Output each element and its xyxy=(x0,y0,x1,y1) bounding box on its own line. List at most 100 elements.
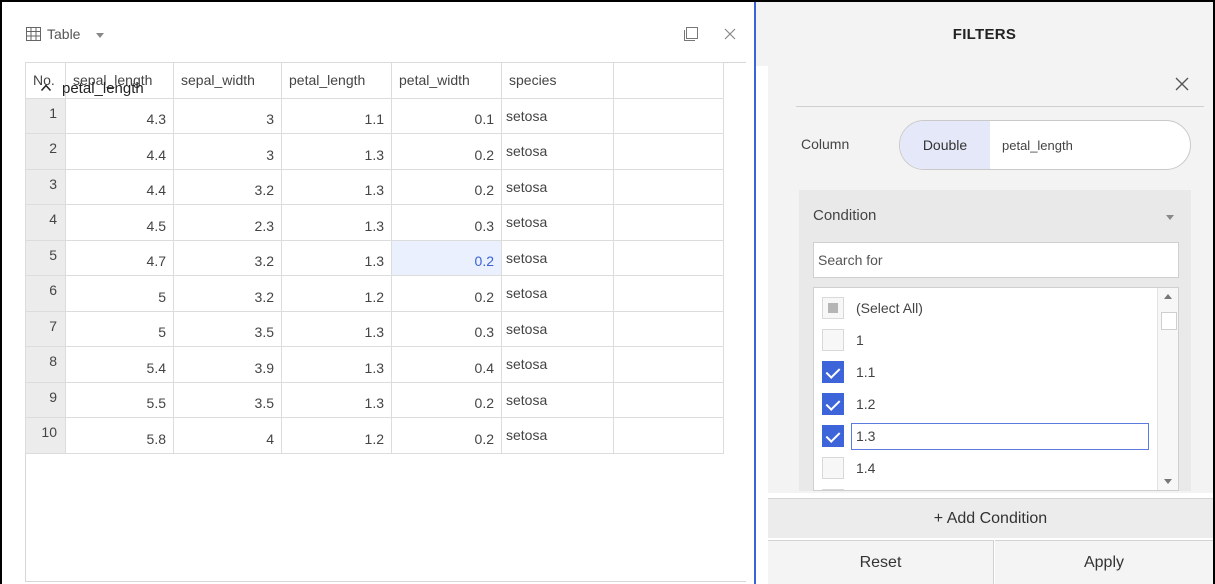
table-cell[interactable]: 5.8 xyxy=(65,417,174,454)
scrollbar[interactable] xyxy=(1157,288,1178,490)
table-cell[interactable]: 4.4 xyxy=(65,168,174,205)
table-cell[interactable]: 4.4 xyxy=(65,133,174,170)
column-header-species[interactable]: species xyxy=(501,62,614,99)
empty-cell xyxy=(613,381,724,418)
search-input[interactable]: Search for xyxy=(813,242,1179,278)
table-cell[interactable]: 3.5 xyxy=(173,381,282,418)
row-number[interactable]: 6 xyxy=(25,275,66,312)
table-cell[interactable]: 3.9 xyxy=(173,346,282,383)
table-row[interactable]: 7 5 3.5 1.3 0.3 setosa xyxy=(25,310,724,347)
table-cell[interactable]: 0.2 xyxy=(391,275,502,312)
chevron-down-icon[interactable] xyxy=(96,32,105,38)
table-row[interactable]: 5 4.7 3.2 1.3 0.2 setosa xyxy=(25,239,724,276)
table-cell[interactable]: 3.5 xyxy=(173,310,282,347)
table-cell[interactable]: 0.2 xyxy=(391,417,502,454)
maximize-icon[interactable] xyxy=(683,26,699,42)
table-cell[interactable]: 3.2 xyxy=(173,168,282,205)
table-cell[interactable]: 0.2 xyxy=(391,168,502,205)
table-row[interactable]: 3 4.4 3.2 1.3 0.2 setosa xyxy=(25,168,724,205)
table-cell[interactable]: setosa xyxy=(501,417,614,454)
table-cell[interactable]: 5.4 xyxy=(65,346,174,383)
table-cell[interactable]: 2.3 xyxy=(173,204,282,241)
row-number[interactable]: 2 xyxy=(25,133,66,170)
row-number[interactable]: 8 xyxy=(25,346,66,383)
table-cell[interactable]: setosa xyxy=(501,97,614,134)
table-cell[interactable]: 3.2 xyxy=(173,239,282,276)
row-number[interactable]: 4 xyxy=(25,204,66,241)
row-number[interactable]: 3 xyxy=(25,168,66,205)
checkbox[interactable] xyxy=(822,393,844,415)
scroll-down-icon[interactable] xyxy=(1164,479,1172,484)
row-number[interactable]: 7 xyxy=(25,310,66,347)
table-row[interactable]: 2 4.4 3 1.3 0.2 setosa xyxy=(25,133,724,170)
table-cell[interactable]: 0.2 xyxy=(391,381,502,418)
table-cell[interactable]: 1.3 xyxy=(281,346,392,383)
row-number[interactable]: 9 xyxy=(25,381,66,418)
checkbox[interactable] xyxy=(822,297,844,319)
table-cell[interactable]: 1.2 xyxy=(281,417,392,454)
table-cell[interactable]: setosa xyxy=(501,310,614,347)
table-cell[interactable]: 5.5 xyxy=(65,381,174,418)
table-cell[interactable]: 1.3 xyxy=(281,168,392,205)
table-cell[interactable]: 0.3 xyxy=(391,204,502,241)
table-panel-header[interactable]: Table xyxy=(26,24,105,44)
table-cell[interactable]: setosa xyxy=(501,133,614,170)
list-item[interactable]: (Select All) xyxy=(814,292,1154,324)
table-cell[interactable]: 4.5 xyxy=(65,204,174,241)
empty-cell xyxy=(613,133,724,170)
table-cell[interactable]: setosa xyxy=(501,204,614,241)
list-item[interactable]: 1.2 xyxy=(814,388,1154,420)
table-row[interactable]: 6 5 3.2 1.2 0.2 setosa xyxy=(25,275,724,312)
checkbox[interactable] xyxy=(822,329,844,351)
table-cell[interactable]: 4.7 xyxy=(65,239,174,276)
table-cell[interactable]: 0.3 xyxy=(391,310,502,347)
close-filter-icon[interactable] xyxy=(1174,76,1190,92)
row-number[interactable]: 5 xyxy=(25,239,66,276)
table-cell[interactable]: 5 xyxy=(65,275,174,312)
checkbox[interactable] xyxy=(822,489,844,490)
list-item[interactable]: 1 xyxy=(814,324,1154,356)
table-cell[interactable]: 0.2 xyxy=(391,239,502,276)
table-cell[interactable]: 1.3 xyxy=(281,310,392,347)
close-icon[interactable] xyxy=(722,26,738,42)
table-cell[interactable]: 1.3 xyxy=(281,204,392,241)
table-cell[interactable]: setosa xyxy=(501,381,614,418)
table-row[interactable]: 8 5.4 3.9 1.3 0.4 setosa xyxy=(25,346,724,383)
add-condition-button[interactable]: + Add Condition xyxy=(768,498,1213,538)
table-cell[interactable]: 4 xyxy=(173,417,282,454)
table-cell[interactable]: 5 xyxy=(65,310,174,347)
table-row[interactable]: 4 4.5 2.3 1.3 0.3 setosa xyxy=(25,204,724,241)
table-cell[interactable]: setosa xyxy=(501,239,614,276)
checkbox[interactable] xyxy=(822,457,844,479)
row-number[interactable]: 10 xyxy=(25,417,66,454)
scroll-thumb[interactable] xyxy=(1161,312,1177,330)
values-list[interactable]: (Select All) 1 1.1 1.2 1.3 1.4 1.5 xyxy=(813,287,1179,491)
reset-button[interactable]: Reset xyxy=(768,540,994,584)
apply-button[interactable]: Apply xyxy=(995,540,1213,584)
list-item[interactable]: 1.3 xyxy=(814,420,1154,452)
list-item[interactable]: 1.5 xyxy=(814,484,1154,490)
column-selector[interactable]: Double petal_length xyxy=(899,120,1191,170)
chevron-down-icon[interactable] xyxy=(1166,215,1174,220)
scroll-up-icon[interactable] xyxy=(1164,294,1172,299)
checkbox[interactable] xyxy=(822,425,844,447)
table-cell[interactable]: 1.3 xyxy=(281,381,392,418)
table-cell[interactable]: 3 xyxy=(173,133,282,170)
table-cell[interactable]: 1.3 xyxy=(281,239,392,276)
table-cell[interactable]: 0.4 xyxy=(391,346,502,383)
table-row[interactable]: 10 5.8 4 1.2 0.2 setosa xyxy=(25,417,724,454)
table-cell[interactable]: 3.2 xyxy=(173,275,282,312)
table-cell[interactable]: setosa xyxy=(501,275,614,312)
table-cell[interactable]: setosa xyxy=(501,346,614,383)
table-cell[interactable]: 0.2 xyxy=(391,133,502,170)
table-row[interactable]: 9 5.5 3.5 1.3 0.2 setosa xyxy=(25,381,724,418)
filter-header[interactable]: petal_length xyxy=(40,70,436,106)
table-cell[interactable]: setosa xyxy=(501,168,614,205)
table-cell[interactable]: 1.3 xyxy=(281,133,392,170)
chevron-up-icon[interactable] xyxy=(40,82,52,94)
table-cell[interactable]: 1.2 xyxy=(281,275,392,312)
list-item[interactable]: 1.1 xyxy=(814,356,1154,388)
checkbox[interactable] xyxy=(822,361,844,383)
empty-cell xyxy=(613,417,724,454)
list-item[interactable]: 1.4 xyxy=(814,452,1154,484)
